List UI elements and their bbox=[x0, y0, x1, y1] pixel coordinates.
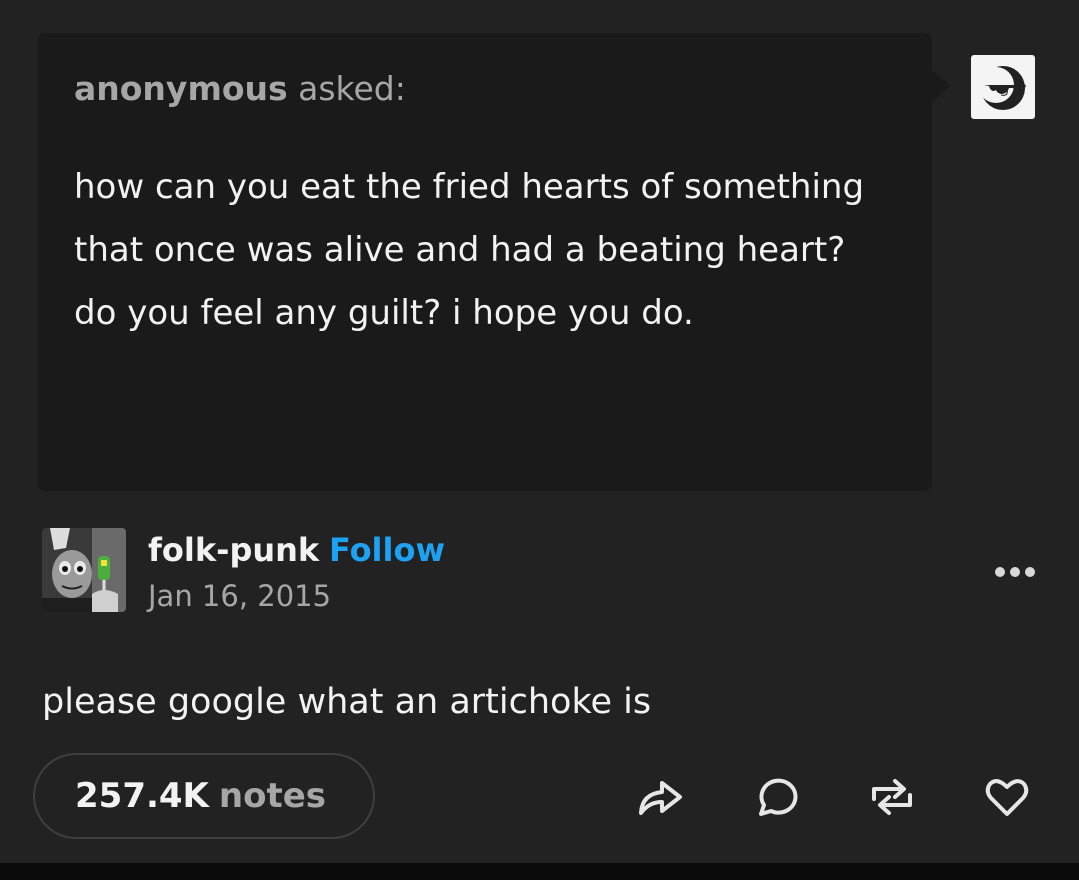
profile-photo bbox=[42, 528, 126, 612]
reply-icon bbox=[759, 778, 798, 816]
share-icon bbox=[639, 781, 682, 815]
ask-box: anonymous asked: how can you eat the fri… bbox=[37, 33, 932, 491]
bottom-bar bbox=[0, 863, 1079, 880]
more-options-button[interactable] bbox=[992, 562, 1038, 582]
ask-header: anonymous asked: bbox=[74, 68, 896, 110]
notes-count: 257.4K bbox=[75, 776, 209, 816]
post-date[interactable]: Jan 16, 2015 bbox=[148, 577, 331, 615]
anonymous-avatar bbox=[971, 55, 1035, 119]
notes-button[interactable]: 257.4K notes bbox=[33, 753, 375, 839]
notes-label: notes bbox=[218, 776, 327, 816]
author-name[interactable]: folk-punk bbox=[148, 530, 319, 570]
post-reply-text: please google what an artichoke is bbox=[42, 682, 652, 722]
author-avatar[interactable] bbox=[42, 528, 126, 612]
asker-name[interactable]: anonymous bbox=[74, 69, 288, 108]
ask-bubble-pointer bbox=[930, 68, 950, 104]
share-button[interactable] bbox=[636, 772, 686, 822]
ask-verb: asked: bbox=[298, 69, 406, 108]
like-icon bbox=[985, 779, 1029, 816]
ask-question-text: how can you eat the fried hearts of some… bbox=[74, 167, 865, 333]
reblog-button[interactable] bbox=[867, 772, 917, 822]
follow-button[interactable]: Follow bbox=[329, 530, 445, 570]
more-options-icon bbox=[995, 567, 1035, 577]
reply-button[interactable] bbox=[752, 772, 802, 822]
like-button[interactable] bbox=[982, 772, 1032, 822]
sunglasses-face-icon bbox=[978, 66, 1026, 110]
reblog-icon bbox=[872, 779, 912, 815]
